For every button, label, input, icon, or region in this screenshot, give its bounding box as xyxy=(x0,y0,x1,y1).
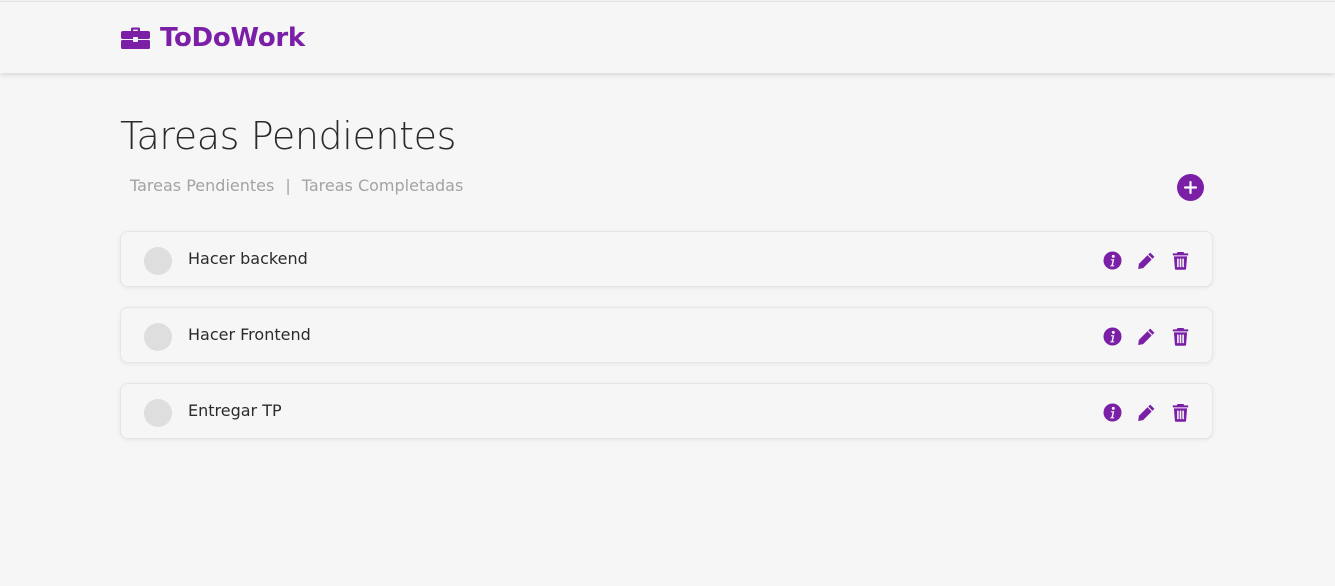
task-actions xyxy=(1103,251,1190,270)
filter-separator: | xyxy=(285,176,291,195)
briefcase-icon xyxy=(121,27,150,49)
brand-name: ToDoWork xyxy=(160,23,305,53)
task-title: Entregar TP xyxy=(188,401,282,420)
navbar: ToDoWork xyxy=(0,1,1335,73)
info-icon xyxy=(1103,251,1122,270)
task-complete-toggle[interactable] xyxy=(144,399,172,427)
add-task-button[interactable] xyxy=(1177,174,1204,201)
task-filters: Tareas Pendientes | Tareas Completadas xyxy=(130,176,463,195)
task-complete-toggle[interactable] xyxy=(144,323,172,351)
task-delete-button[interactable] xyxy=(1171,251,1190,270)
page-title: Tareas Pendientes xyxy=(120,114,456,158)
task-edit-button[interactable] xyxy=(1137,327,1156,346)
trash-icon xyxy=(1172,404,1189,422)
task-complete-toggle[interactable] xyxy=(144,247,172,275)
task-info-button[interactable] xyxy=(1103,327,1122,346)
pencil-icon xyxy=(1138,404,1155,421)
trash-icon xyxy=(1172,328,1189,346)
task-card: Entregar TP xyxy=(120,383,1213,439)
task-card: Hacer backend xyxy=(120,231,1213,287)
plus-circle-icon xyxy=(1184,181,1197,194)
pencil-icon xyxy=(1138,252,1155,269)
info-icon xyxy=(1103,327,1122,346)
task-title: Hacer Frontend xyxy=(188,325,311,344)
task-edit-button[interactable] xyxy=(1137,251,1156,270)
pencil-icon xyxy=(1138,328,1155,345)
trash-icon xyxy=(1172,252,1189,270)
brand-link[interactable]: ToDoWork xyxy=(121,22,305,54)
info-icon xyxy=(1103,403,1122,422)
task-info-button[interactable] xyxy=(1103,403,1122,422)
task-edit-button[interactable] xyxy=(1137,403,1156,422)
task-card: Hacer Frontend xyxy=(120,307,1213,363)
task-title: Hacer backend xyxy=(188,249,308,268)
task-actions xyxy=(1103,327,1190,346)
task-actions xyxy=(1103,403,1190,422)
task-info-button[interactable] xyxy=(1103,251,1122,270)
filter-pending-link[interactable]: Tareas Pendientes xyxy=(130,176,274,195)
task-delete-button[interactable] xyxy=(1171,403,1190,422)
task-list: Hacer backend Hacer Frontend Entregar TP xyxy=(120,231,1213,459)
filter-completed-link[interactable]: Tareas Completadas xyxy=(302,176,464,195)
task-delete-button[interactable] xyxy=(1171,327,1190,346)
